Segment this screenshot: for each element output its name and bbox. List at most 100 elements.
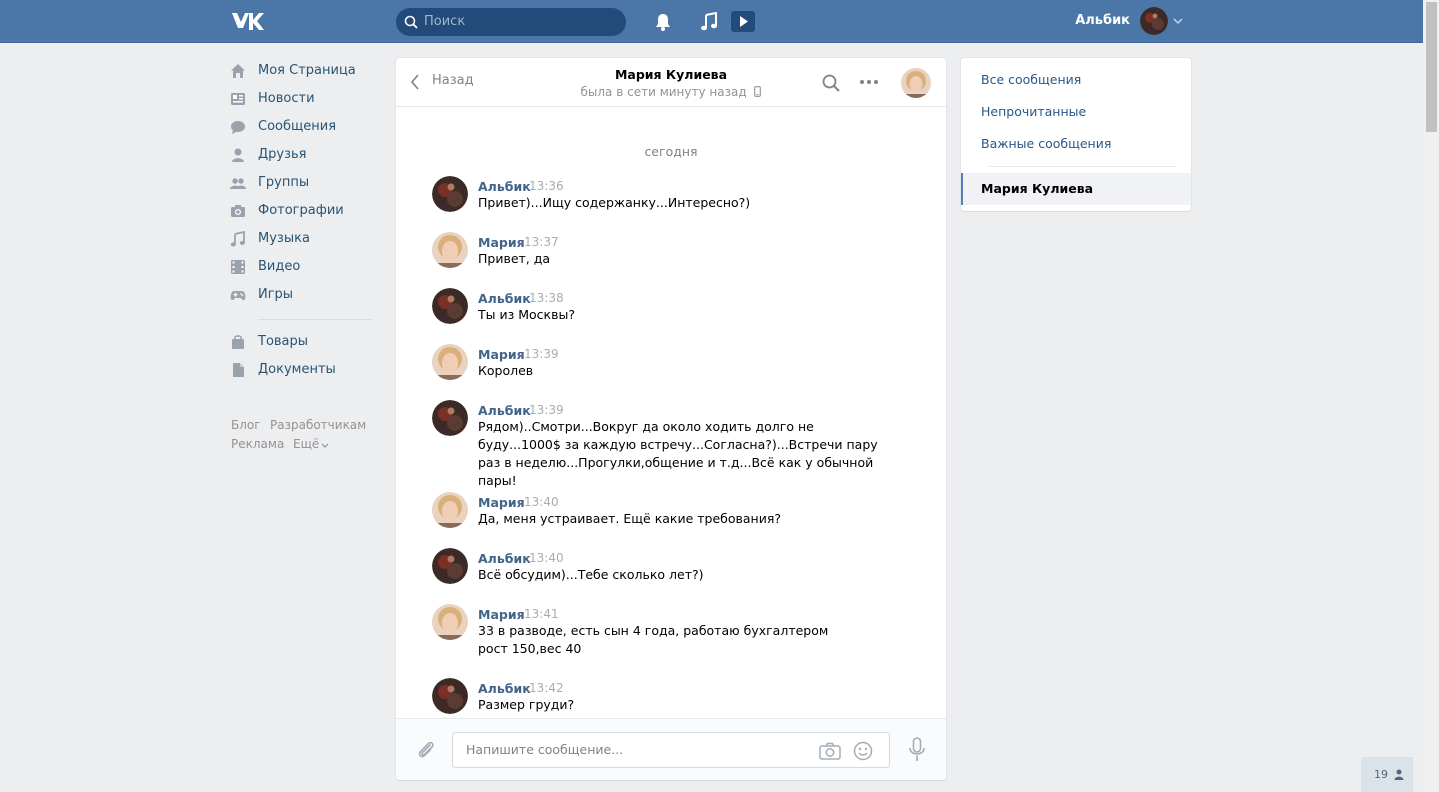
- paperclip-icon[interactable]: [416, 739, 436, 761]
- active-dialog-item[interactable]: Мария Кулиева: [961, 173, 1191, 205]
- shopping-bag-icon: [232, 335, 244, 349]
- sidebar-item-goods[interactable]: Товары: [230, 331, 380, 353]
- play-icon: [740, 16, 748, 27]
- gamepad-icon: [230, 291, 246, 301]
- filter-all-messages[interactable]: Все сообщения: [981, 72, 1081, 87]
- more-options-icon[interactable]: [859, 79, 879, 85]
- footer-link-more[interactable]: Ещё: [293, 437, 319, 451]
- music-icon: [230, 231, 245, 247]
- search-input[interactable]: Поиск: [396, 8, 626, 36]
- message-time[interactable]: 13:41: [524, 607, 559, 621]
- chat-panel: Назад Мария Кулиева была в сети минуту н…: [396, 58, 946, 780]
- home-icon: [231, 64, 245, 78]
- top-header: Поиск Альбик: [0, 0, 1423, 43]
- message-author[interactable]: Альбик: [478, 681, 531, 696]
- sidebar-item-friends[interactable]: Друзья: [230, 144, 380, 166]
- message-text: Рядом)..Смотри...Вокруг да около ходить …: [478, 419, 878, 488]
- message-time[interactable]: 13:36: [529, 179, 564, 193]
- author-avatar[interactable]: [432, 176, 468, 212]
- smile-icon[interactable]: [853, 741, 873, 761]
- sidebar-item-music[interactable]: Музыка: [230, 228, 380, 250]
- filter-important[interactable]: Важные сообщения: [981, 136, 1111, 151]
- author-avatar[interactable]: [432, 400, 468, 436]
- chevron-down-icon[interactable]: [1173, 17, 1183, 25]
- message-time[interactable]: 13:40: [524, 495, 559, 509]
- bell-icon[interactable]: [654, 12, 672, 32]
- message-author[interactable]: Альбик: [478, 179, 531, 194]
- message-input[interactable]: Напишите сообщение...: [452, 732, 890, 768]
- scrollbar-thumb[interactable]: [1426, 2, 1437, 132]
- news-icon: [231, 93, 245, 105]
- friend-icon: [1394, 769, 1404, 780]
- author-avatar[interactable]: [432, 232, 468, 268]
- message-time[interactable]: 13:40: [529, 551, 564, 565]
- message-text: Привет)...Ищу содержанку...Интересно?): [478, 195, 751, 210]
- author-avatar[interactable]: [432, 548, 468, 584]
- message-time[interactable]: 13:37: [524, 235, 559, 249]
- online-count: 19: [1374, 768, 1388, 781]
- message-text: Да, меня устраивает. Ещё какие требовани…: [478, 511, 781, 526]
- message-text: Всё обсудим)...Тебе сколько лет?): [478, 567, 704, 582]
- message-time[interactable]: 13:39: [524, 347, 559, 361]
- author-avatar[interactable]: [432, 604, 468, 640]
- chat-header: Назад Мария Кулиева была в сети минуту н…: [396, 58, 946, 107]
- messages-filter-panel: Все сообщения Непрочитанные Важные сообщ…: [961, 58, 1191, 211]
- message-text: 33 в разводе, есть сын 4 года, работаю б…: [478, 623, 829, 656]
- mobile-phone-icon: [754, 86, 762, 97]
- message-author[interactable]: Альбик: [478, 403, 531, 418]
- footer-link-blog[interactable]: Блог: [231, 418, 261, 432]
- author-avatar[interactable]: [432, 344, 468, 380]
- sidebar-item-video[interactable]: Видео: [230, 256, 380, 278]
- message-text: Ты из Москвы?: [478, 307, 575, 322]
- messages-icon: [231, 121, 245, 134]
- groups-icon: [230, 178, 246, 189]
- user-name[interactable]: Альбик: [1060, 13, 1130, 28]
- sidebar-item-messages[interactable]: Сообщения: [230, 116, 380, 138]
- search-placeholder: Поиск: [424, 14, 466, 29]
- footer-link-ads[interactable]: Реклама: [231, 437, 284, 451]
- message-author[interactable]: Мария: [478, 607, 525, 622]
- active-dialog-name: Мария Кулиева: [981, 181, 1094, 196]
- sidebar-item-games[interactable]: Игры: [230, 284, 380, 306]
- search-icon: [404, 15, 418, 29]
- message-text: Привет, да: [478, 251, 551, 266]
- document-icon: [233, 363, 244, 377]
- friend-icon: [232, 148, 244, 162]
- contact-status: была в сети минуту назад: [396, 85, 946, 99]
- sidebar-divider: [258, 319, 372, 320]
- author-avatar[interactable]: [432, 678, 468, 714]
- message-author[interactable]: Мария: [478, 347, 525, 362]
- user-avatar[interactable]: [1140, 7, 1168, 35]
- sidebar-item-groups[interactable]: Группы: [230, 172, 380, 194]
- camera-icon[interactable]: [819, 742, 841, 760]
- message-placeholder: Напишите сообщение...: [466, 742, 624, 757]
- sidebar-item-photos[interactable]: Фотографии: [230, 200, 380, 222]
- message-author[interactable]: Мария: [478, 235, 525, 250]
- microphone-icon[interactable]: [908, 737, 926, 763]
- online-friends-badge[interactable]: 19: [1361, 757, 1413, 792]
- date-separator: сегодня: [644, 144, 698, 159]
- music-icon[interactable]: [700, 12, 718, 32]
- author-avatar[interactable]: [432, 492, 468, 528]
- sidebar-item-documents[interactable]: Документы: [230, 359, 380, 381]
- play-button[interactable]: [731, 11, 755, 32]
- message-time[interactable]: 13:42: [529, 681, 564, 695]
- contact-avatar[interactable]: [901, 68, 931, 98]
- video-icon: [231, 260, 245, 274]
- vk-logo-icon[interactable]: [230, 10, 264, 32]
- message-author[interactable]: Мария: [478, 495, 525, 510]
- footer-link-developers[interactable]: Разработчикам: [270, 418, 366, 432]
- camera-icon: [231, 205, 245, 217]
- sidebar-item-news[interactable]: Новости: [230, 88, 380, 110]
- message-time[interactable]: 13:39: [529, 403, 564, 417]
- message-author[interactable]: Альбик: [478, 291, 531, 306]
- contact-status-text: была в сети минуту назад: [580, 85, 747, 99]
- filter-divider: [989, 166, 1176, 167]
- message-author[interactable]: Альбик: [478, 551, 531, 566]
- sidebar-item-my-page[interactable]: Моя Страница: [230, 60, 380, 82]
- filter-unread[interactable]: Непрочитанные: [981, 104, 1086, 119]
- message-composer: Напишите сообщение...: [396, 718, 946, 780]
- author-avatar[interactable]: [432, 288, 468, 324]
- message-time[interactable]: 13:38: [529, 291, 564, 305]
- search-icon[interactable]: [822, 74, 840, 92]
